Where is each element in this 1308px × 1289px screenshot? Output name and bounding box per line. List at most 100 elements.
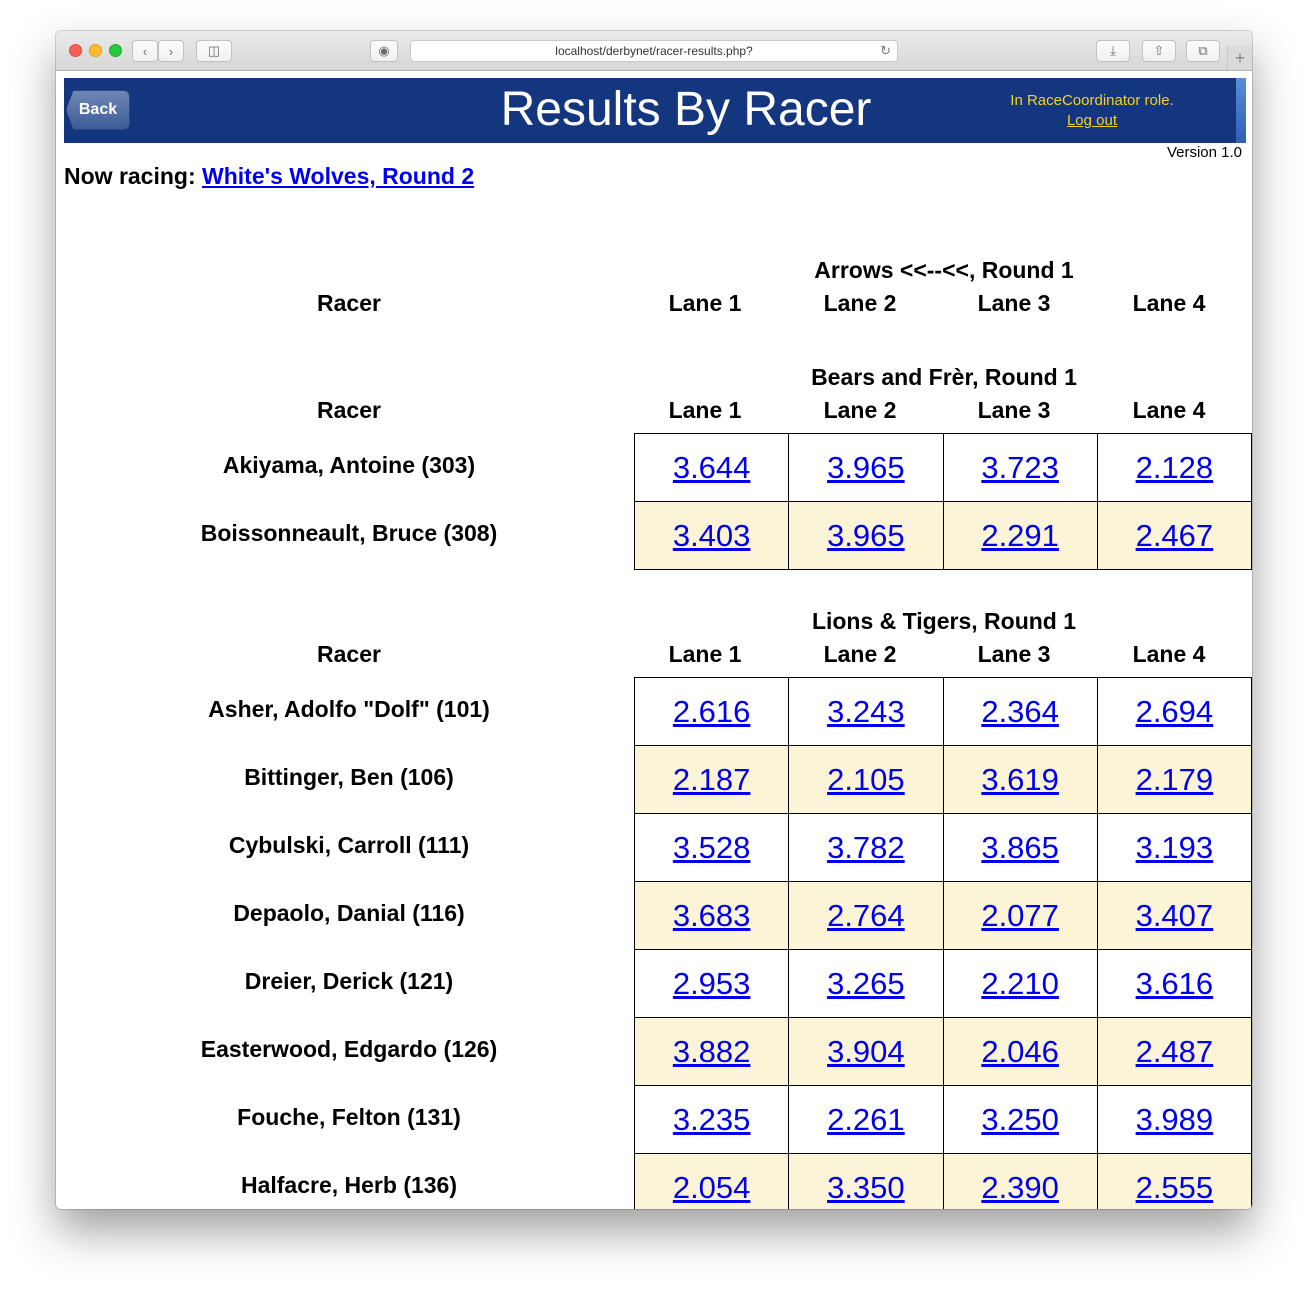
results-table: 3.644 3.965 3.723 2.128 3.403 3.965 2.291 2.467 (633, 433, 1252, 570)
heat-time-link[interactable]: 3.782 (827, 830, 905, 865)
lane-column-header: Lane 1 (668, 641, 742, 667)
share-icon: ⇧ (1153, 43, 1165, 58)
result-cell: 3.235 (633, 1085, 790, 1154)
logout-link[interactable]: Log out (1067, 112, 1117, 129)
lane-column-header: Lane 3 (977, 397, 1051, 423)
privacy-button[interactable]: ◉ (370, 40, 398, 62)
share-button[interactable]: ⇧ (1142, 40, 1176, 62)
table-row: 2.953 3.265 2.210 3.616 (633, 949, 1252, 1018)
heat-time-link[interactable]: 3.250 (981, 1102, 1059, 1137)
result-cell: 2.187 (633, 745, 790, 814)
heat-time-link[interactable]: 3.403 (673, 518, 751, 553)
heat-time-link[interactable]: 3.683 (673, 898, 751, 933)
group-title: Bears and Frèr, Round 1 (811, 364, 1077, 390)
racer-name-list: Akiyama, Antoine (303) Boissonneault, Bru… (64, 433, 634, 569)
heat-time-link[interactable]: 3.528 (673, 830, 751, 865)
forward-nav-button[interactable]: › (158, 40, 184, 62)
heat-time-link[interactable]: 2.764 (827, 898, 905, 933)
racer-name: Akiyama, Antoine (303) (222, 451, 476, 478)
lane-column-header: Lane 2 (823, 397, 897, 423)
zoom-window-icon[interactable] (109, 44, 122, 57)
lane-column-header: Lane 3 (977, 641, 1051, 667)
result-cell: 2.105 (788, 745, 944, 814)
minimize-window-icon[interactable] (89, 44, 102, 57)
table-row: 3.644 3.965 3.723 2.128 (633, 433, 1252, 502)
lane-column-header: Lane 4 (1132, 397, 1206, 423)
chevron-right-icon: › (168, 43, 174, 59)
results-table: 2.616 3.243 2.364 2.694 2.187 2.105 3.619 2.179… (633, 677, 1252, 1209)
heat-time-link[interactable]: 2.187 (673, 762, 751, 797)
role-text: In RaceCoordinator role. (1010, 92, 1174, 109)
plus-icon: + (1234, 47, 1246, 68)
heat-time-link[interactable]: 2.953 (673, 966, 751, 1001)
heat-time-link[interactable]: 2.261 (827, 1102, 905, 1137)
heat-time-link[interactable]: 2.364 (981, 694, 1059, 729)
heat-time-link[interactable]: 2.077 (981, 898, 1059, 933)
heat-time-link[interactable]: 3.882 (673, 1034, 751, 1069)
result-cell: 3.265 (788, 949, 944, 1018)
heat-time-link[interactable]: 2.467 (1136, 518, 1214, 553)
heat-time-link[interactable]: 2.555 (1136, 1170, 1214, 1205)
new-tab-button[interactable]: + (1227, 46, 1252, 70)
result-cell: 3.616 (1096, 949, 1252, 1018)
heat-time-link[interactable]: 3.619 (981, 762, 1059, 797)
result-cell: 3.250 (942, 1085, 1098, 1154)
table-row: 2.187 2.105 3.619 2.179 (633, 745, 1252, 814)
heat-time-link[interactable]: 3.350 (827, 1170, 905, 1205)
heat-time-link[interactable]: 2.054 (673, 1170, 751, 1205)
result-cell: 3.723 (942, 433, 1098, 502)
result-cell: 3.193 (1096, 813, 1252, 882)
result-cell: 3.528 (633, 813, 790, 882)
result-cell: 2.210 (942, 949, 1098, 1018)
now-racing-label: Now racing: (64, 163, 196, 189)
group-title: Lions & Tigers, Round 1 (811, 608, 1077, 634)
download-icon: ⤓ (1110, 43, 1116, 58)
tabs-overview-button[interactable]: ⧉ (1186, 40, 1220, 62)
downloads-button[interactable]: ⤓ (1096, 40, 1130, 62)
version-label: Version 1.0 (1166, 144, 1242, 161)
racer-column-header: Racer (317, 290, 381, 316)
racer-name-list: Asher, Adolfo "Dolf" (101) Bittinger, Ben… (64, 677, 634, 1209)
banner-edge-decoration (1236, 78, 1246, 143)
heat-time-link[interactable]: 2.291 (981, 518, 1059, 553)
heat-time-link[interactable]: 2.210 (981, 966, 1059, 1001)
heat-time-link[interactable]: 3.235 (673, 1102, 751, 1137)
sidebar-button[interactable]: ◫ (196, 40, 232, 62)
heat-time-link[interactable]: 2.487 (1136, 1034, 1214, 1069)
heat-time-link[interactable]: 3.407 (1136, 898, 1214, 933)
result-cell: 3.965 (788, 433, 944, 502)
heat-time-link[interactable]: 2.128 (1136, 450, 1214, 485)
heat-time-link[interactable]: 3.865 (981, 830, 1059, 865)
reload-icon[interactable]: ↻ (880, 43, 891, 59)
heat-time-link[interactable]: 2.390 (981, 1170, 1059, 1205)
heat-time-link[interactable]: 2.179 (1136, 762, 1214, 797)
heat-time-link[interactable]: 3.989 (1136, 1102, 1214, 1137)
now-racing-link[interactable]: White's Wolves, Round 2 (202, 163, 474, 189)
heat-time-link[interactable]: 3.193 (1136, 830, 1214, 865)
heat-time-link[interactable]: 3.243 (827, 694, 905, 729)
role-info: In RaceCoordinator role. Log out (976, 91, 1208, 131)
heat-time-link[interactable]: 3.965 (827, 518, 905, 553)
racer-column-header: Racer (317, 641, 381, 667)
heat-time-link[interactable]: 2.694 (1136, 694, 1214, 729)
heat-time-link[interactable]: 3.904 (827, 1034, 905, 1069)
heat-time-link[interactable]: 2.616 (673, 694, 751, 729)
close-window-icon[interactable] (69, 44, 82, 57)
heat-time-link[interactable]: 3.965 (827, 450, 905, 485)
back-nav-button[interactable]: ‹ (132, 40, 158, 62)
heat-time-link[interactable]: 2.105 (827, 762, 905, 797)
result-cell: 2.054 (633, 1153, 790, 1209)
heat-time-link[interactable]: 3.616 (1136, 966, 1214, 1001)
heat-time-link[interactable]: 3.723 (981, 450, 1059, 485)
result-cell: 2.616 (633, 677, 790, 746)
heat-time-link[interactable]: 2.046 (981, 1034, 1059, 1069)
address-bar[interactable]: localhost/derbynet/racer-results.php? ↻ (410, 40, 898, 62)
table-row: 3.403 3.965 2.291 2.467 (633, 501, 1252, 570)
result-cell: 2.261 (788, 1085, 944, 1154)
now-racing: Now racing: White's Wolves, Round 2 (64, 163, 474, 190)
heat-time-link[interactable]: 3.265 (827, 966, 905, 1001)
racer-name: Asher, Adolfo "Dolf" (101) (208, 695, 490, 722)
heat-time-link[interactable]: 3.644 (673, 450, 751, 485)
result-cell: 3.965 (788, 501, 944, 570)
table-row: 2.616 3.243 2.364 2.694 (633, 677, 1252, 746)
